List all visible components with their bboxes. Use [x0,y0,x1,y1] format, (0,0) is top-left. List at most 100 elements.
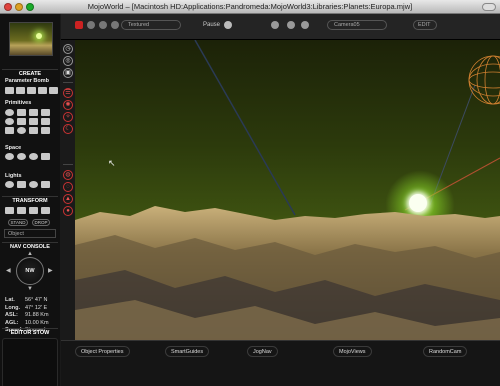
area-light-icon[interactable] [41,181,50,188]
world-thumbnail[interactable] [9,22,53,56]
edit-camera-button[interactable]: EDIT [413,20,437,30]
bomb-tool-icon[interactable] [27,87,36,94]
ring-icon[interactable] [41,153,50,160]
drop-button[interactable]: DROP [32,219,50,226]
nav-down-arrow-icon[interactable]: ▼ [27,286,33,292]
readout-row: Lat. 56° 47' N [5,297,48,303]
atmosphere-icon[interactable]: ☰ [63,88,73,98]
minimize-window-button[interactable] [15,3,23,11]
window-controls [4,3,34,11]
random-cam-button[interactable]: RandomCam [423,346,468,357]
material-icon[interactable]: ◍ [63,170,73,180]
wedge-icon[interactable] [29,127,38,134]
transform-section-title: TRANSFORM [2,196,58,204]
toolbar-toggle-button[interactable] [482,3,496,11]
planet-settings-icon[interactable]: ● [63,206,73,216]
move-icon[interactable] [5,207,14,214]
readout-row: ASL: 91.88 Km [5,312,49,318]
link-icon[interactable] [41,207,50,214]
object-selector-value: Object [8,231,24,237]
space-label: Space [5,145,22,151]
sun-light-icon[interactable] [29,181,38,188]
sphere-icon[interactable] [5,109,14,116]
rotate-icon[interactable] [17,207,26,214]
cube-icon[interactable] [17,109,26,116]
scale-icon[interactable] [29,207,38,214]
bomb-tool-icon[interactable] [16,87,25,94]
capsule-icon[interactable] [5,127,14,134]
sun-icon[interactable]: ✺ [63,100,73,110]
moon-icon[interactable]: ☾ [63,124,73,134]
snapshot-icon[interactable] [287,21,295,29]
camera-settings-icon[interactable] [271,21,279,29]
fly-tool-icon[interactable] [99,21,107,29]
cylinder-icon[interactable] [41,109,50,116]
wireframe-sphere-icon[interactable] [468,55,500,105]
select-tool-icon[interactable] [75,21,83,29]
cone-icon[interactable] [29,109,38,116]
window-titlebar: MojoWorld – [Macintosh HD:Applications:P… [0,0,500,14]
nav-compass[interactable]: NW [16,257,44,285]
nav-up-arrow-icon[interactable]: ▲ [27,251,33,257]
stars-icon[interactable]: ✧ [63,112,73,122]
lights-label: Lights [5,173,22,179]
close-window-button[interactable] [4,3,12,11]
nav-left-arrow-icon[interactable]: ◀ [6,267,11,274]
3d-viewport[interactable]: ↖ [75,40,500,340]
readout-row: Long. 47° 12' E [5,304,48,311]
camera-link-icon[interactable] [301,21,309,29]
terrain-surface [75,206,500,340]
globe-icon[interactable]: ◎ [63,56,73,66]
water-icon[interactable]: ◌ [63,182,73,192]
primitives-tools [5,109,51,134]
bottom-toolbar: Object Properties SmartGuides JogNav Moj… [61,340,500,386]
readout-row: AGL: 10.00 Km [5,319,49,326]
nav-heading: NW [25,268,35,274]
tube-icon[interactable] [41,127,50,134]
torus-icon[interactable] [5,118,14,125]
object-selector[interactable]: Object [4,229,56,238]
editor-stow-title: EDITOR STOW [2,328,58,336]
bomb-tool-icon[interactable] [49,87,58,94]
stand-button[interactable]: STAND [8,219,28,226]
window-title: MojoWorld – [Macintosh HD:Applications:P… [87,2,413,11]
top-toolbar: Textured Pause Camera05 EDIT [61,14,500,40]
bomb-tool-icon[interactable] [5,87,14,94]
spot-light-icon[interactable] [17,181,26,188]
clock-icon[interactable]: ◷ [63,44,73,54]
parameter-bomb-label: Parameter Bomb [5,78,50,84]
ellipsoid-icon[interactable] [17,127,26,134]
jog-nav-button[interactable]: JogNav [247,346,278,357]
smart-guides-button[interactable]: SmartGuides [165,346,210,357]
moon-icon[interactable] [17,153,26,160]
camera-guide-line [194,40,296,216]
camera-select[interactable]: Camera05 [327,20,387,30]
bomb-tool-icon[interactable] [38,87,47,94]
orbit-tool-icon[interactable] [111,21,119,29]
plane-icon[interactable] [29,118,38,125]
mouse-cursor-icon: ↖ [108,158,116,168]
terrain-icon[interactable]: ▲ [63,194,73,204]
space-tools [5,153,51,160]
nav-console-title: NAV CONSOLE [2,242,58,250]
object-properties-button[interactable]: Object Properties [75,346,130,357]
editor-stow-area[interactable] [2,338,58,386]
mojo-views-button[interactable]: MojoViews [333,346,372,357]
strip-divider [63,82,73,83]
planet-icon[interactable] [5,153,14,160]
star-icon[interactable] [29,153,38,160]
transform-tools [5,207,51,214]
pause-button-icon[interactable] [224,21,232,29]
parameter-bomb-tools [5,87,58,94]
disc-icon[interactable] [41,118,50,125]
zoom-window-button[interactable] [26,3,34,11]
point-light-icon[interactable] [5,181,14,188]
walk-tool-icon[interactable] [87,21,95,29]
nav-right-arrow-icon[interactable]: ▶ [48,267,53,274]
primitives-label: Primitives [5,100,32,106]
left-panel: CREATE Parameter Bomb Primitives Space L… [0,14,60,386]
render-mode-select[interactable]: Textured [121,20,181,30]
strip-divider [63,164,73,165]
camera-icon[interactable]: ▣ [63,68,73,78]
pyramid-icon[interactable] [17,118,26,125]
